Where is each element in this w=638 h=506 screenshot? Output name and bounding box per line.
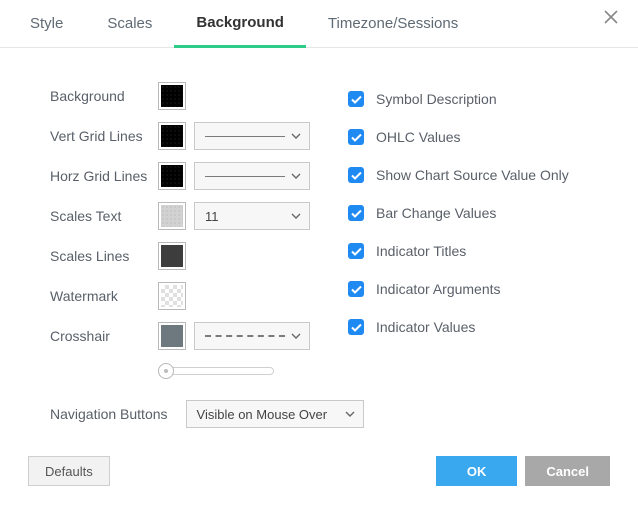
row-bar-change: Bar Change Values: [348, 194, 602, 232]
font-size-value: 11: [205, 209, 219, 224]
row-watermark: Watermark: [50, 276, 310, 316]
scales-text-color-swatch[interactable]: [158, 202, 186, 230]
close-button[interactable]: [604, 10, 624, 30]
check-icon: [351, 247, 362, 256]
checkbox-source-only[interactable]: [348, 167, 364, 183]
chevron-down-icon: [291, 333, 301, 339]
tab-timezone-sessions[interactable]: Timezone/Sessions: [306, 0, 480, 48]
navigation-buttons-dropdown[interactable]: Visible on Mouse Over: [186, 400, 364, 428]
label-crosshair: Crosshair: [50, 328, 150, 345]
check-icon: [351, 323, 362, 332]
swatch-color-icon: [161, 165, 183, 187]
vert-grid-color-swatch[interactable]: [158, 122, 186, 150]
checkbox-symbol-description[interactable]: [348, 91, 364, 107]
scales-lines-color-swatch[interactable]: [158, 242, 186, 270]
check-icon: [351, 171, 362, 180]
label-watermark: Watermark: [50, 288, 150, 305]
label-scales-lines: Scales Lines: [50, 248, 150, 265]
ok-button[interactable]: OK: [436, 456, 518, 486]
row-ohlc-values: OHLC Values: [348, 118, 602, 156]
swatch-color-icon: [161, 325, 183, 347]
navigation-buttons-value: Visible on Mouse Over: [197, 407, 328, 422]
label-horz-grid: Horz Grid Lines: [50, 168, 150, 185]
label-indicator-arguments[interactable]: Indicator Arguments: [376, 281, 501, 297]
watermark-color-swatch[interactable]: [158, 282, 186, 310]
chevron-down-icon: [291, 173, 301, 179]
settings-panel: Style Scales Background Timezone/Session…: [0, 0, 638, 506]
slider-thumb[interactable]: [158, 363, 174, 379]
tab-background[interactable]: Background: [174, 0, 306, 48]
label-indicator-values[interactable]: Indicator Values: [376, 319, 475, 335]
tabs-bar: Style Scales Background Timezone/Session…: [0, 0, 638, 48]
row-crosshair-opacity: [50, 356, 310, 386]
label-scales-text: Scales Text: [50, 208, 150, 225]
slider-track: [168, 367, 274, 375]
row-horz-grid: Horz Grid Lines: [50, 156, 310, 196]
tab-scales[interactable]: Scales: [85, 0, 174, 48]
label-vert-grid: Vert Grid Lines: [50, 128, 150, 145]
swatch-color-icon: [161, 85, 183, 107]
cancel-button[interactable]: Cancel: [525, 456, 610, 486]
checkbox-indicator-values[interactable]: [348, 319, 364, 335]
row-indicator-values: Indicator Values: [348, 308, 602, 346]
scales-text-size-dropdown[interactable]: 11: [194, 202, 310, 230]
row-background: Background: [50, 76, 310, 116]
swatch-color-icon: [161, 205, 183, 227]
label-navigation-buttons: Navigation Buttons: [50, 406, 168, 422]
vert-grid-line-style-dropdown[interactable]: [194, 122, 310, 150]
crosshair-color-swatch[interactable]: [158, 322, 186, 350]
row-crosshair: Crosshair: [50, 316, 310, 356]
footer: Defaults OK Cancel: [0, 456, 638, 486]
checkbox-indicator-arguments[interactable]: [348, 281, 364, 297]
label-background: Background: [50, 88, 150, 105]
swatch-color-icon: [161, 245, 183, 267]
crosshair-line-style-dropdown[interactable]: [194, 322, 310, 350]
crosshair-opacity-slider[interactable]: [158, 363, 274, 379]
label-symbol-description[interactable]: Symbol Description: [376, 91, 497, 107]
horz-grid-color-swatch[interactable]: [158, 162, 186, 190]
label-ohlc-values[interactable]: OHLC Values: [376, 129, 461, 145]
label-source-only[interactable]: Show Chart Source Value Only: [376, 167, 569, 183]
defaults-button[interactable]: Defaults: [28, 456, 110, 486]
row-navigation-buttons: Navigation Buttons Visible on Mouse Over: [0, 386, 638, 428]
row-indicator-arguments: Indicator Arguments: [348, 270, 602, 308]
checkbox-bar-change[interactable]: [348, 205, 364, 221]
close-icon: [604, 10, 618, 24]
line-solid-icon: [205, 176, 285, 177]
checkbox-indicator-titles[interactable]: [348, 243, 364, 259]
checkbox-ohlc-values[interactable]: [348, 129, 364, 145]
row-indicator-titles: Indicator Titles: [348, 232, 602, 270]
swatch-color-icon: [161, 285, 183, 307]
chevron-down-icon: [291, 213, 301, 219]
tab-style[interactable]: Style: [8, 0, 85, 48]
row-vert-grid: Vert Grid Lines: [50, 116, 310, 156]
check-icon: [351, 209, 362, 218]
line-solid-icon: [205, 136, 285, 137]
row-scales-lines: Scales Lines: [50, 236, 310, 276]
background-color-swatch[interactable]: [158, 82, 186, 110]
swatch-color-icon: [161, 125, 183, 147]
chevron-down-icon: [291, 133, 301, 139]
horz-grid-line-style-dropdown[interactable]: [194, 162, 310, 190]
check-icon: [351, 285, 362, 294]
label-bar-change[interactable]: Bar Change Values: [376, 205, 496, 221]
line-dashed-icon: [205, 335, 285, 337]
right-column: Symbol Description OHLC Values Show Char…: [348, 76, 602, 386]
row-symbol-description: Symbol Description: [348, 80, 602, 118]
row-scales-text: Scales Text 11: [50, 196, 310, 236]
label-indicator-titles[interactable]: Indicator Titles: [376, 243, 466, 259]
check-icon: [351, 95, 362, 104]
row-source-only: Show Chart Source Value Only: [348, 156, 602, 194]
left-column: Background Vert Grid Lines Horz Grid Lin…: [50, 76, 310, 386]
settings-body: Background Vert Grid Lines Horz Grid Lin…: [0, 48, 638, 386]
check-icon: [351, 133, 362, 142]
chevron-down-icon: [345, 411, 355, 417]
